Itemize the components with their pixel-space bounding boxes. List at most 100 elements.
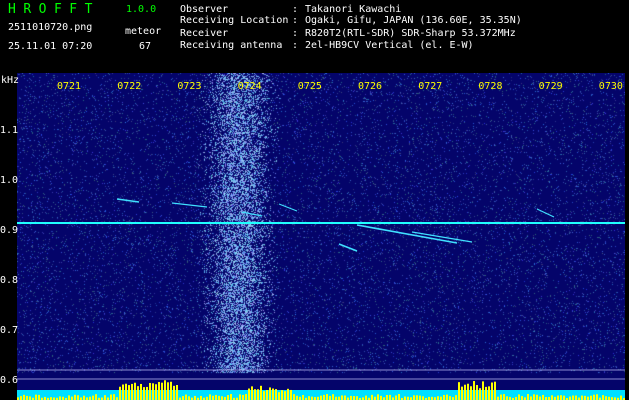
level-peak: [341, 395, 343, 400]
level-peak: [176, 385, 178, 400]
level-peak: [458, 382, 460, 400]
info-value-receiver: R820T2(RTL-SDR) SDR-Sharp 53.372MHz: [305, 28, 516, 39]
level-peak: [284, 391, 286, 400]
meteor-count: 67: [139, 41, 152, 52]
level-peak: [248, 388, 250, 400]
level-peak: [419, 395, 421, 400]
level-peak: [503, 394, 505, 400]
info-key-location: Receiving Location: [180, 15, 289, 26]
level-peak: [59, 396, 61, 400]
level-peak: [122, 384, 124, 400]
level-peak: [467, 383, 469, 400]
level-peak: [35, 394, 37, 400]
level-peak: [332, 394, 334, 400]
level-peak: [272, 388, 274, 400]
level-peak: [230, 394, 232, 400]
info-value-observer: Takanori Kawachi: [305, 4, 402, 15]
level-peak: [344, 395, 346, 400]
level-peak: [221, 396, 223, 400]
y-tick-label: 0.8: [0, 275, 19, 286]
level-peak: [296, 395, 298, 400]
level-peak: [227, 395, 229, 400]
level-peak: [485, 386, 487, 400]
level-peak: [140, 383, 142, 400]
level-peak: [152, 383, 154, 400]
x-tick-label: 0722: [117, 81, 142, 92]
level-peak: [491, 382, 493, 400]
level-peak: [287, 388, 289, 400]
x-tick-label: 0725: [297, 81, 322, 92]
level-peak: [413, 395, 415, 400]
level-peak: [437, 396, 439, 400]
level-peak: [470, 386, 472, 400]
hrofft-window: HROFFT 1.0.0 2511010720.png meteor 25.11…: [0, 0, 629, 400]
level-peak: [527, 394, 529, 400]
level-peak: [74, 394, 76, 400]
level-peak: [263, 391, 265, 400]
level-peak: [125, 383, 127, 400]
level-peak: [128, 385, 130, 400]
level-peak: [365, 395, 367, 400]
y-tick-label: 0.6: [0, 375, 19, 386]
level-peak: [449, 396, 451, 400]
level-peak: [404, 396, 406, 400]
level-peak: [239, 394, 241, 400]
level-peak: [563, 395, 565, 400]
meteor-trail: [278, 203, 298, 212]
level-peak: [542, 394, 544, 400]
level-peak: [242, 394, 244, 400]
level-peak: [476, 385, 478, 400]
level-peak: [92, 395, 94, 400]
level-peak: [215, 394, 217, 400]
level-peak: [260, 385, 262, 400]
level-peak: [209, 394, 211, 400]
level-peak: [308, 396, 310, 400]
level-peak: [95, 394, 97, 400]
level-peak: [464, 384, 466, 400]
level-peak: [167, 382, 169, 400]
level-peak: [278, 392, 280, 400]
level-peak: [131, 383, 133, 400]
level-peak: [506, 396, 508, 400]
level-peak: [38, 394, 40, 400]
level-peak: [443, 394, 445, 400]
level-peak: [218, 395, 220, 400]
level-peak: [194, 395, 196, 400]
level-peak: [182, 396, 184, 400]
level-peak: [254, 389, 256, 400]
level-peak: [518, 394, 520, 400]
x-tick-label: 0723: [177, 81, 202, 92]
x-tick-label: 0727: [418, 81, 443, 92]
level-peak: [584, 395, 586, 400]
spectrogram: [17, 73, 625, 400]
level-peak: [137, 386, 139, 400]
level-peak: [77, 395, 79, 400]
level-peak: [146, 386, 148, 400]
level-peak: [482, 381, 484, 400]
level-peak: [293, 394, 295, 400]
level-peak: [143, 387, 145, 400]
x-tick-label: 0728: [478, 81, 503, 92]
level-peak: [113, 394, 115, 400]
level-peak: [380, 395, 382, 400]
level-peak: [23, 394, 25, 400]
x-tick-label: 0721: [57, 81, 82, 92]
level-peak: [440, 396, 442, 400]
level-peak: [377, 394, 379, 400]
level-peak: [149, 382, 151, 400]
level-peak: [521, 396, 523, 400]
y-axis-unit: kHz: [1, 75, 20, 86]
level-peak: [488, 386, 490, 400]
level-peak: [302, 394, 304, 400]
level-peak: [26, 395, 28, 400]
level-peak: [212, 395, 214, 400]
level-peak: [536, 394, 538, 400]
level-peak: [251, 386, 253, 400]
level-peak: [185, 394, 187, 400]
level-peak: [551, 395, 553, 400]
y-tick-label: 1.1: [0, 125, 19, 136]
date-time: 25.11.01 07:20: [8, 41, 93, 52]
level-peak: [473, 381, 475, 400]
level-peak: [455, 395, 457, 400]
level-peak: [281, 390, 283, 400]
